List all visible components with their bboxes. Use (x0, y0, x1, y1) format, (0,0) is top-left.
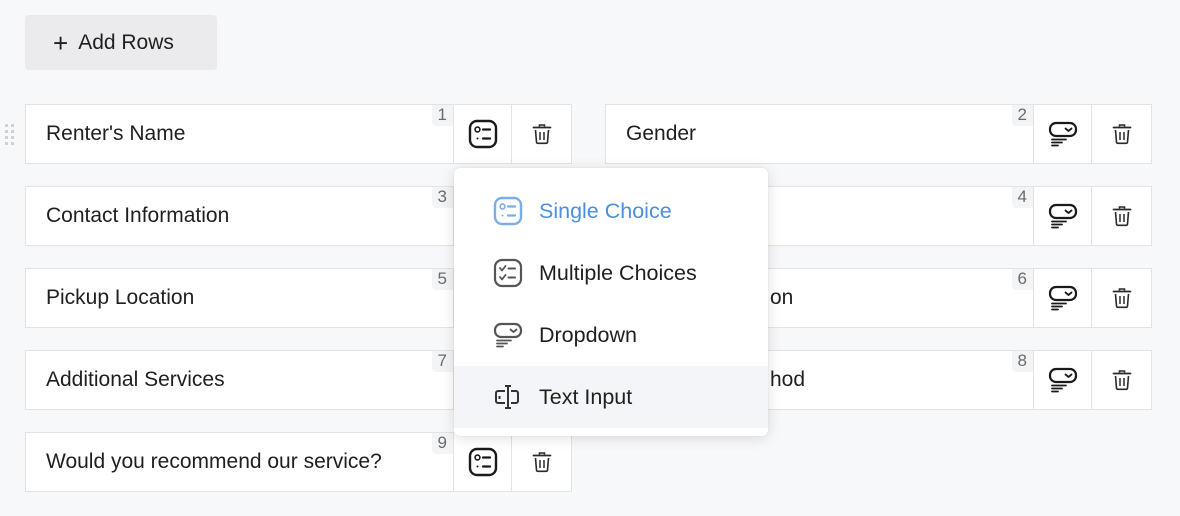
row-index: 2 (1011, 105, 1033, 126)
delete-row-button[interactable] (1092, 105, 1151, 163)
menu-item-label: Single Choice (539, 198, 672, 223)
row-label[interactable]: Contact Information 3 (26, 187, 454, 245)
trash-icon (530, 450, 554, 474)
trash-icon (1110, 204, 1134, 228)
delete-row-button[interactable] (1092, 187, 1151, 245)
row-label-text: Gender (626, 122, 697, 145)
delete-row-button[interactable] (1092, 351, 1151, 409)
dropdown-icon (492, 319, 524, 351)
question-type-button[interactable] (1034, 105, 1092, 163)
question-type-button[interactable] (1034, 351, 1092, 409)
drag-handle[interactable] (5, 124, 15, 146)
row-label-text: hod (770, 368, 806, 391)
row-label[interactable]: Would you recommend our service? 9 (26, 433, 454, 491)
row-label-text: Would you recommend our service? (46, 450, 382, 473)
row-label-text: Pickup Location (46, 286, 195, 309)
menu-item-dropdown[interactable]: Dropdown (454, 304, 768, 366)
question-row[interactable]: Would you recommend our service? 9 (25, 432, 572, 492)
row-label[interactable]: Additional Services 7 (26, 351, 454, 409)
row-index: 4 (1011, 187, 1033, 208)
delete-row-button[interactable] (512, 433, 571, 491)
row-index: 8 (1011, 351, 1033, 372)
row-index: 1 (431, 105, 453, 126)
add-rows-label: Add Rows (78, 30, 174, 54)
row-index: 9 (431, 433, 453, 454)
trash-icon (530, 122, 554, 146)
row-index: 5 (431, 269, 453, 290)
trash-icon (1110, 286, 1134, 310)
menu-item-label: Text Input (539, 384, 633, 409)
row-label-text: Contact Information (46, 204, 230, 227)
question-row[interactable]: Gender 2 (605, 104, 1152, 164)
dropdown-icon (1047, 364, 1079, 396)
row-label[interactable]: Gender 2 (606, 105, 1034, 163)
menu-item-single-choice[interactable]: Single Choice (454, 180, 768, 242)
text-input-icon (492, 381, 524, 413)
single-choice-icon (492, 195, 524, 227)
row-index: 6 (1011, 269, 1033, 290)
question-type-button[interactable] (1034, 187, 1092, 245)
question-type-button[interactable] (454, 433, 512, 491)
row-label-text: Additional Services (46, 368, 225, 391)
question-type-button[interactable] (1034, 269, 1092, 327)
menu-item-text-input[interactable]: Text Input (454, 366, 768, 428)
single-choice-icon (467, 118, 499, 150)
row-label-text: on (770, 286, 794, 309)
single-choice-icon (467, 446, 499, 478)
trash-icon (1110, 122, 1134, 146)
row-index: 3 (431, 187, 453, 208)
dropdown-icon (1047, 282, 1079, 314)
delete-row-button[interactable] (512, 105, 571, 163)
question-row[interactable]: Renter's Name 1 (25, 104, 572, 164)
question-type-button[interactable] (454, 105, 512, 163)
trash-icon (1110, 368, 1134, 392)
multiple-choice-icon (492, 257, 524, 289)
menu-item-label: Multiple Choices (539, 260, 697, 285)
dropdown-icon (1047, 118, 1079, 150)
row-label[interactable]: Pickup Location 5 (26, 269, 454, 327)
menu-item-label: Dropdown (539, 322, 637, 347)
row-index: 7 (431, 351, 453, 372)
dropdown-icon (1047, 200, 1079, 232)
question-type-menu: Single Choice Multiple Choices Dropdown … (454, 168, 768, 436)
plus-icon: + (53, 27, 69, 58)
menu-item-multiple-choices[interactable]: Multiple Choices (454, 242, 768, 304)
delete-row-button[interactable] (1092, 269, 1151, 327)
row-label[interactable]: Renter's Name 1 (26, 105, 454, 163)
row-label-text: Renter's Name (46, 122, 186, 145)
add-rows-button[interactable]: + Add Rows (25, 15, 217, 70)
